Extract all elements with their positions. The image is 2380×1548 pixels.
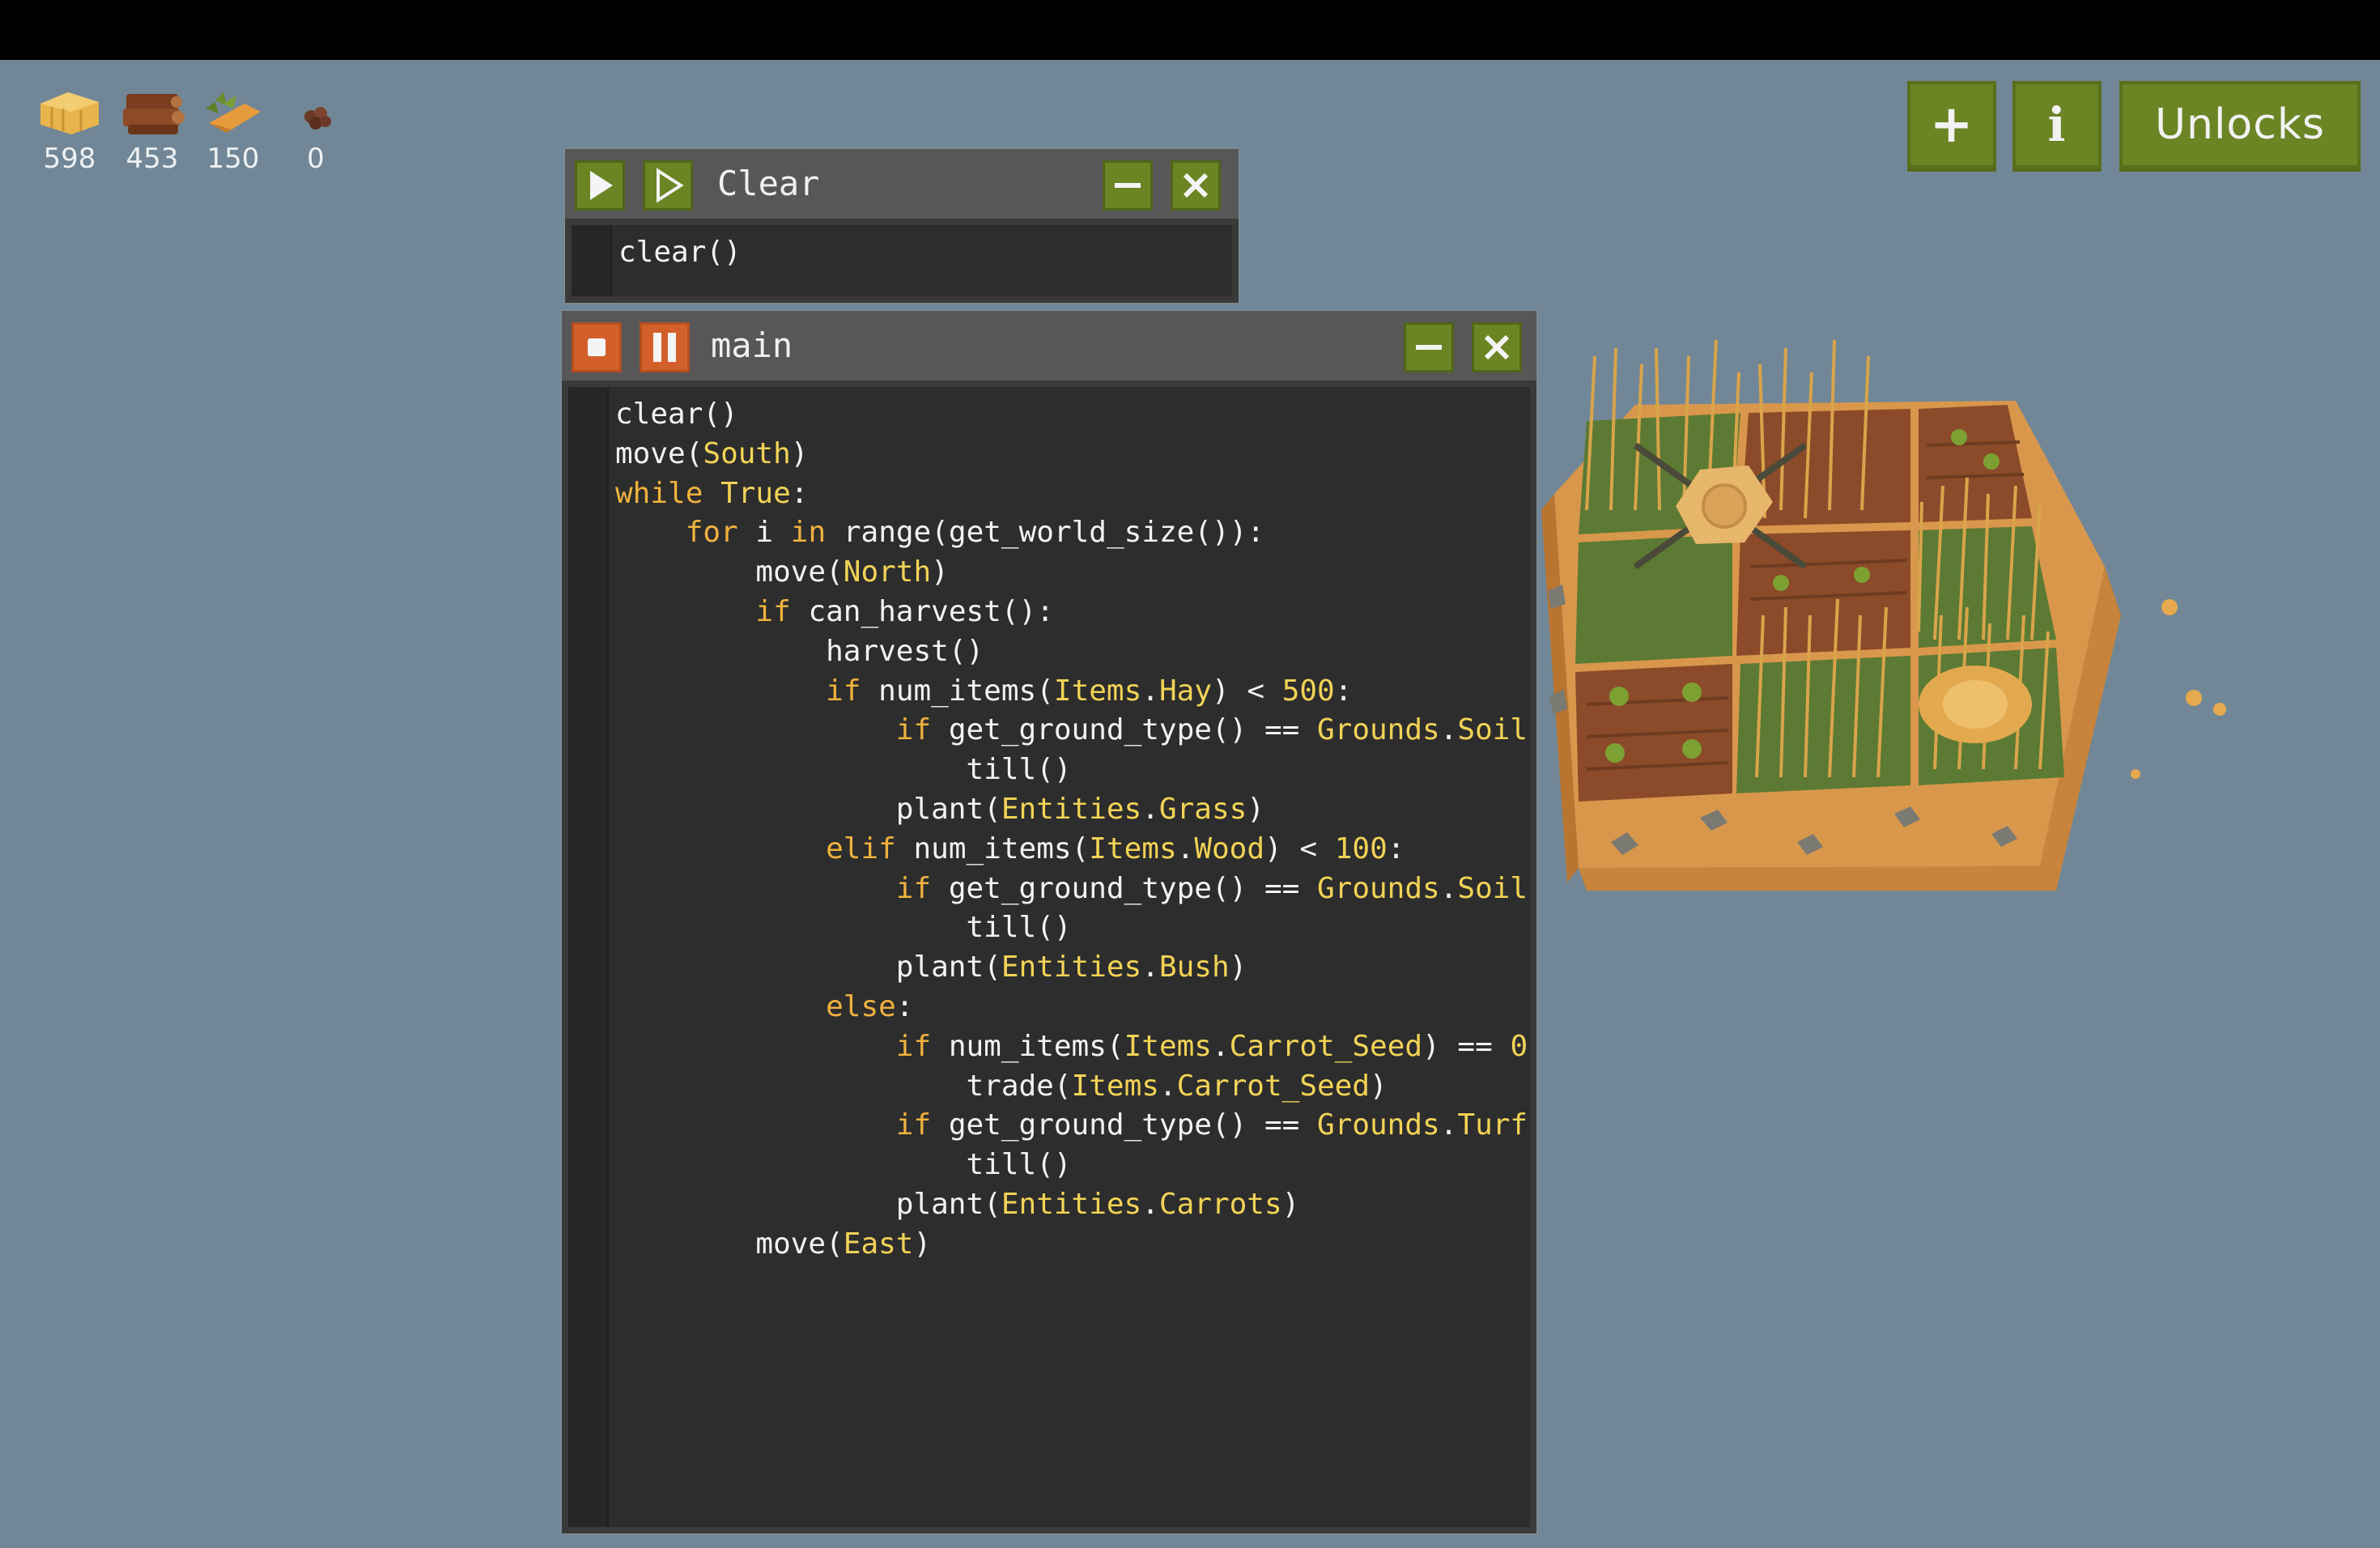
code-line: plant(Entities.Bush)	[895, 950, 1247, 985]
code-line: else:	[826, 990, 914, 1023]
close-button[interactable]	[1472, 322, 1522, 372]
code-line: till()	[966, 753, 1072, 787]
resource-wood: 453	[112, 87, 193, 175]
info-button[interactable]: i	[2012, 81, 2102, 168]
hay-icon	[40, 92, 99, 134]
carrot-count: 150	[206, 142, 260, 175]
code-line: for i in range(get_world_size()):	[685, 516, 1265, 550]
code-line: move(South)	[615, 436, 809, 470]
main-code-editor[interactable]: clear() move(South) while True: for i in r…	[568, 387, 1530, 1527]
minimize-button[interactable]	[1103, 160, 1153, 211]
step-button[interactable]	[643, 160, 693, 211]
run-button[interactable]	[575, 160, 625, 211]
minimize-button[interactable]	[1404, 322, 1454, 372]
main-window-title: main	[711, 325, 793, 365]
resource-carrots: 150	[193, 87, 274, 175]
code-line: if num_items(Items.Carrot_Seed) == 0:	[895, 1029, 1530, 1063]
resource-hay: 598	[29, 87, 110, 175]
code-line: move(North)	[755, 555, 949, 589]
wood-icon	[123, 94, 185, 134]
unlocks-button[interactable]: Unlocks	[2119, 81, 2361, 168]
farm-field-illustration	[1541, 339, 2226, 891]
code-line: while True:	[615, 476, 809, 510]
seeds-icon	[304, 107, 331, 130]
code-line: elif num_items(Items.Wood) < 100:	[826, 831, 1405, 865]
clear-window-title: Clear	[717, 164, 820, 203]
line-gutter	[572, 225, 612, 296]
play-icon	[590, 171, 613, 200]
info-icon: i	[2047, 97, 2067, 152]
code-line: move(East)	[755, 1227, 932, 1261]
line-gutter	[568, 387, 609, 1527]
code-line: if num_items(Items.Hay) < 500:	[826, 674, 1353, 708]
unlocks-label: Unlocks	[2154, 100, 2326, 149]
wood-count: 453	[125, 142, 179, 175]
code-line: till()	[966, 911, 1072, 945]
carrot-icon	[206, 92, 261, 133]
clear-code-editor[interactable]: clear()	[572, 225, 1232, 296]
stop-icon	[588, 338, 606, 356]
resource-carrot-seeds: 0	[275, 87, 356, 175]
close-icon	[1183, 172, 1209, 198]
code-line: clear()	[615, 398, 738, 431]
play-outline-icon	[657, 168, 684, 203]
minimize-icon	[1416, 345, 1442, 350]
clear-window-titlebar[interactable]: Clear	[565, 149, 1239, 219]
close-icon	[1484, 334, 1510, 360]
code-line: if get_ground_type() == Grounds.Turf:	[895, 1108, 1530, 1142]
code-line: harvest()	[826, 634, 984, 668]
code-line: if get_ground_type() == Grounds.Soil:	[895, 871, 1530, 905]
close-button[interactable]	[1171, 160, 1221, 211]
code-line: clear()	[618, 236, 742, 269]
code-line: trade(Items.Carrot_Seed)	[966, 1069, 1388, 1103]
pause-icon	[653, 333, 676, 362]
code-line: plant(Entities.Carrots)	[895, 1188, 1300, 1221]
plus-icon: +	[1929, 95, 1974, 155]
code-line: plant(Entities.Grass)	[895, 793, 1264, 826]
main-code-window: main clear() move(South) while True: for i…	[562, 311, 1536, 1533]
add-window-button[interactable]: +	[1907, 81, 1996, 168]
code-line: if get_ground_type() == Grounds.Soil:	[895, 713, 1530, 747]
top-black-bar	[0, 0, 2380, 60]
minimize-icon	[1115, 183, 1141, 188]
clear-code-window: Clear clear()	[565, 149, 1239, 303]
main-window-titlebar[interactable]: main	[562, 311, 1536, 381]
seeds-count: 0	[307, 142, 325, 175]
code-line: till()	[966, 1148, 1072, 1182]
pause-button[interactable]	[640, 322, 690, 372]
code-line: if can_harvest():	[755, 595, 1054, 628]
stop-button[interactable]	[572, 322, 622, 372]
hay-count: 598	[43, 142, 96, 175]
